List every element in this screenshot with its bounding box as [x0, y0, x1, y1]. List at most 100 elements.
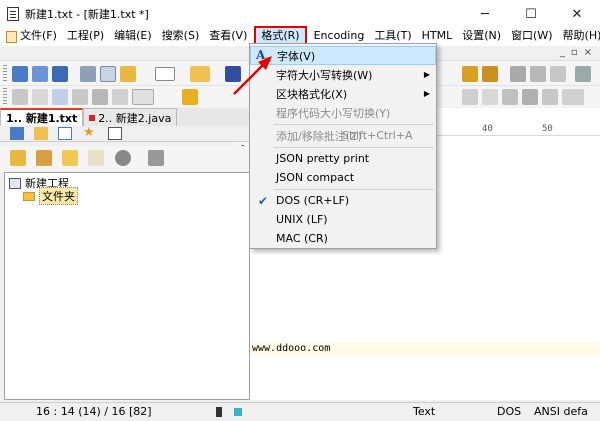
arrow-shaft [233, 61, 267, 95]
menu-project[interactable]: 工程(P) [62, 26, 109, 46]
spell-icon[interactable] [132, 89, 154, 105]
tools-icon[interactable] [148, 150, 164, 166]
info-icon[interactable] [115, 150, 131, 166]
fx-icon[interactable] [522, 89, 538, 105]
folder-settings-icon[interactable] [120, 66, 136, 82]
menu-separator [274, 124, 434, 125]
add-folder-icon[interactable] [62, 150, 78, 166]
glasses-icon[interactable] [562, 89, 584, 105]
project-tree: 新建工程 文件夹 [4, 172, 250, 400]
menu-window[interactable]: 窗口(W) [506, 26, 557, 46]
tab-new2-java[interactable]: 2.. 新建2.java [83, 108, 178, 126]
menu-separator [274, 147, 434, 148]
document-controls: _ ▫ × [560, 47, 592, 58]
status-bar: 16 : 14 (14) / 16 [82] Text DOS ANSI def… [0, 402, 600, 421]
doc-restore-button[interactable]: ▫ [571, 47, 578, 58]
windows-panel-icon[interactable] [108, 127, 122, 140]
menu-item-label: MAC (CR) [276, 232, 328, 245]
menu-settings[interactable]: 设置(N) [457, 26, 506, 46]
menu-item-label: 程序代码大小写切换(Y) [276, 106, 391, 120]
wrap-icon[interactable] [12, 89, 28, 105]
tree-folder[interactable]: 文件夹 [23, 187, 78, 205]
find-icon[interactable] [575, 66, 591, 82]
redo-icon[interactable] [482, 66, 498, 82]
project-panel-icon[interactable] [10, 127, 24, 140]
undo-icon[interactable] [462, 66, 478, 82]
menu-item-label: JSON compact [276, 171, 355, 184]
menu-item-shortcut: Shift+Ctrl+A [342, 129, 413, 142]
menu-item-label: 字符大小写转换(W) [276, 68, 373, 82]
menu-item-json-pretty[interactable]: JSON pretty print [250, 149, 436, 168]
menu-item-toggle-comment[interactable]: 添加/移除批注(Z) Shift+Ctrl+A [250, 126, 436, 145]
remove-folder-icon[interactable] [88, 150, 104, 166]
paste-icon[interactable] [550, 66, 566, 82]
folder-icon [23, 191, 35, 201]
favorites-icon[interactable]: ★ [83, 126, 97, 140]
menu-item-dos[interactable]: ✔ DOS (CR+LF) [250, 191, 436, 210]
tab-label: 2.. 新建2.java [98, 111, 172, 125]
log-icon[interactable] [100, 66, 116, 82]
new-file-icon[interactable] [12, 66, 28, 82]
add-project-icon[interactable] [10, 150, 26, 166]
indent-icon[interactable] [72, 89, 88, 105]
minimize-button[interactable]: ─ [462, 0, 508, 28]
menu-item-label: UNIX (LF) [276, 213, 328, 226]
modified-icon [89, 114, 96, 121]
hex-icon[interactable] [92, 89, 108, 105]
checkmark-icon: ✔ [258, 193, 269, 208]
bookmark-icon[interactable] [182, 89, 198, 105]
open-icon[interactable] [190, 66, 210, 82]
document-mode: Text [413, 405, 436, 418]
toolbar-grip[interactable] [3, 65, 7, 83]
sort-icon[interactable] [482, 89, 498, 105]
project-toolbar [0, 146, 250, 172]
project-icon [9, 177, 21, 189]
menu-file[interactable]: 文件(F) [0, 26, 62, 46]
cut-icon[interactable] [510, 66, 526, 82]
tree-folder-label: 文件夹 [39, 187, 78, 205]
new-copy-icon[interactable] [32, 66, 48, 82]
title-bar: 新建1.txt - [新建1.txt *] ─ ☐ ✕ [0, 0, 600, 28]
sync-icon [234, 408, 242, 416]
toolbar-grip[interactable] [3, 88, 7, 106]
code-line[interactable]: www.ddooo.com [252, 343, 330, 354]
menu-edit[interactable]: 编辑(E) [109, 26, 157, 46]
menu-item-json-compact[interactable]: JSON compact [250, 168, 436, 187]
tab-label: 1.. 新建1.txt [6, 112, 78, 125]
menu-search[interactable]: 搜索(S) [157, 26, 205, 46]
menu-item-label: 字体(V) [277, 49, 316, 63]
menu-separator [274, 189, 434, 190]
link-icon[interactable] [502, 89, 518, 105]
pilcrow-icon[interactable] [32, 89, 48, 105]
menu-item-code-case[interactable]: 程序代码大小写切换(Y) [250, 103, 436, 122]
doc-close-button[interactable]: × [584, 47, 592, 58]
copy-icon[interactable] [530, 66, 546, 82]
new-document-icon[interactable] [155, 67, 175, 81]
maximize-button[interactable]: ☐ [508, 0, 554, 28]
tab-new1-txt[interactable]: 1.. 新建1.txt [0, 108, 84, 126]
print-icon[interactable] [80, 66, 96, 82]
script-icon[interactable] [542, 89, 558, 105]
templates-icon[interactable] [52, 66, 68, 82]
explorer-panel-icon[interactable] [34, 127, 48, 140]
column-icon[interactable] [52, 89, 68, 105]
app-icon [7, 7, 19, 21]
window-title: 新建1.txt - [新建1.txt *] [25, 8, 149, 21]
encoding-status: ANSI defa [534, 405, 588, 418]
doc-minimize-button[interactable]: _ [560, 47, 565, 58]
cursor-position: 16 : 14 (14) / 16 [82] [36, 405, 152, 418]
function-list-icon[interactable] [58, 127, 72, 140]
annotation-arrow-icon [233, 56, 272, 95]
line-ending-status: DOS [497, 405, 522, 418]
close-button[interactable]: ✕ [554, 0, 600, 28]
lock-icon [216, 407, 222, 417]
ruler-mark: 50 [542, 124, 553, 134]
ruler-icon[interactable] [112, 89, 128, 105]
submenu-arrow-icon: ▶ [423, 70, 430, 79]
ruler-mark: 40 [482, 124, 493, 134]
bracket-icon[interactable] [462, 89, 478, 105]
remove-project-icon[interactable] [36, 150, 52, 166]
menu-item-mac[interactable]: MAC (CR) [250, 229, 436, 248]
menu-item-unix[interactable]: UNIX (LF) [250, 210, 436, 229]
menu-help[interactable]: 帮助(H) [558, 26, 600, 46]
